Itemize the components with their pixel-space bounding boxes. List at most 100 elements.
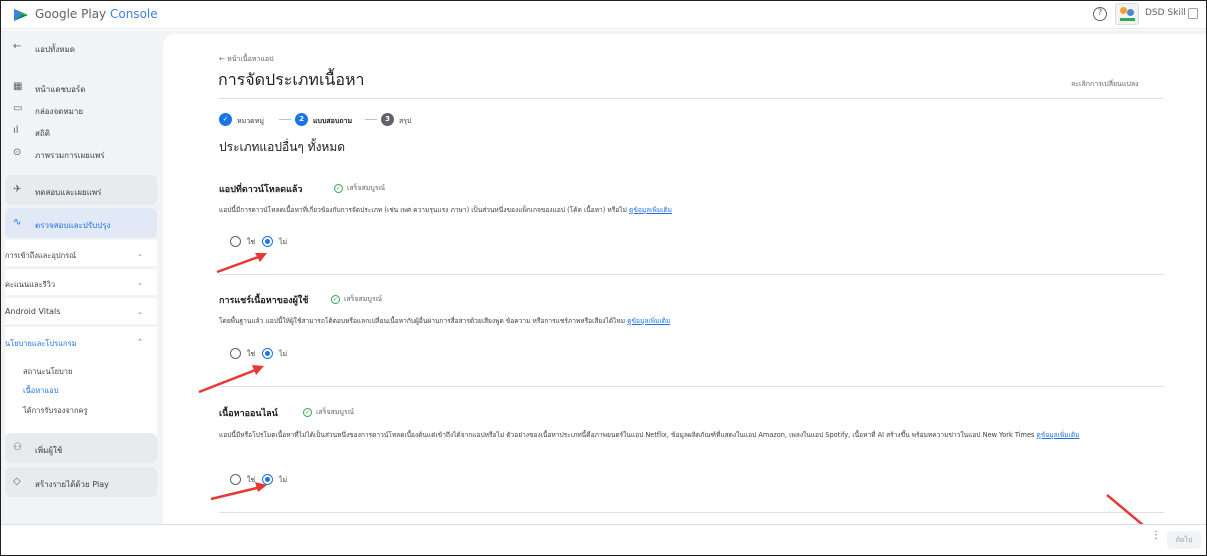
status-text: เสร็จสมบูรณ์: [347, 184, 386, 192]
play-console-logo-icon[interactable]: [13, 7, 29, 23]
sidebar-item-inbox[interactable]: ▭ กล่องจดหมาย: [1, 100, 161, 117]
check-circle-icon: ✓: [334, 184, 343, 193]
step-2-label[interactable]: แบบสอบถาม: [313, 116, 352, 127]
description-text: แอปนี้มีหรือโปรโมตเนื้อหาที่ไม่ได้เป็นส่…: [219, 431, 1035, 439]
account-switch-icon[interactable]: [1188, 8, 1198, 19]
arrow-back-icon: ←: [13, 41, 22, 52]
sidebar-item-statistics[interactable]: ıl สถิติ: [1, 122, 161, 139]
step-connector: [279, 119, 291, 120]
inbox-icon: ▭: [13, 103, 23, 114]
main-area: ← หน้าเนื้อหาแอป การจัดประเภทเนื้อหา ละเ…: [161, 30, 1206, 524]
back-label: แอปทั้งหมด: [35, 45, 75, 54]
discard-changes-button[interactable]: ละเลิกการเปลี่ยนแปลง: [1071, 79, 1139, 90]
question-description: โดยพื้นฐานแล้ว แอปนี้ให้ผู้ใช้สามารถโต้ต…: [219, 316, 1159, 327]
sidebar-section-android-vitals[interactable]: Android Vitals ⌄: [5, 298, 157, 324]
page-title: การจัดประเภทเนื้อหา: [218, 70, 365, 89]
divider: [218, 98, 1163, 99]
back-to-all-apps[interactable]: ← แอปทั้งหมด: [1, 36, 161, 58]
learn-more-link[interactable]: ดูข้อมูลเพิ่มเติม: [629, 206, 672, 214]
sidebar-section-access-devices[interactable]: การเข้าถึงและอุปกรณ์ ⌄: [5, 240, 157, 266]
question-description: แอปนี้มีหรือโปรโมตเนื้อหาที่ไม่ได้เป็นส่…: [219, 430, 1124, 441]
rocket-icon: ✈: [13, 184, 22, 195]
pulse-icon: ∿: [13, 217, 22, 228]
dashboard-icon: ▦: [13, 81, 23, 92]
sidebar-item-monitor-improve[interactable]: ∿ ตรวจสอบและปรับปรุง: [5, 208, 157, 238]
sidebar-subitem-teacher-approved[interactable]: ได้การรับรองจากครู: [23, 405, 88, 417]
annotation-arrow: [198, 365, 264, 394]
chevron-down-icon: ⌄: [137, 308, 143, 316]
step-3-number: 3: [381, 113, 394, 126]
account-avatar[interactable]: [1115, 3, 1139, 25]
status-badge: ✓ เสร็จสมบูรณ์: [303, 407, 354, 418]
question-downloaded-apps-title: แอปที่ดาวน์โหลดแล้ว: [219, 185, 303, 195]
brand-name[interactable]: Google Play Console: [35, 7, 158, 21]
sidebar-item-label: กล่องจดหมาย: [35, 107, 84, 116]
radio-no-selected[interactable]: [262, 348, 273, 359]
sidebar-item-label: หน้าแดชบอร์ด: [35, 85, 86, 94]
step-2-number: 2: [295, 113, 308, 126]
question-online-content-title: เนื้อหาออนไลน์: [219, 409, 278, 419]
status-badge: ✓ เสร็จสมบูรณ์: [334, 183, 385, 194]
grow-users-icon: ⚇: [13, 442, 22, 453]
sidebar-section-label: การเข้าถึงและอุปกรณ์: [5, 251, 77, 260]
annotation-arrow: [216, 253, 267, 274]
brand-google: Google Play: [35, 7, 107, 21]
radio-no-label[interactable]: ไม่: [279, 237, 287, 248]
sidebar-item-grow-users[interactable]: ⚇ เพิ่มผู้ใช้: [5, 433, 157, 463]
radio-yes[interactable]: [230, 348, 241, 359]
sidebar-item-label: สร้างรายได้ด้วย Play: [35, 480, 109, 489]
sidebar-section-label[interactable]: นโยบายและโปรแกรม: [5, 338, 125, 350]
bar-chart-icon: ıl: [13, 125, 19, 136]
back-to-app-content-link[interactable]: ← หน้าเนื้อหาแอป: [219, 54, 274, 65]
chevron-down-icon: ⌄: [137, 279, 143, 287]
sidebar-item-label: ทดสอบและเผยแพร่: [35, 188, 102, 197]
sidebar: ← แอปทั้งหมด ▦ หน้าแดชบอร์ด ▭ กล่องจดหมา…: [1, 30, 161, 524]
chevron-down-icon: ⌄: [137, 250, 143, 258]
check-circle-icon: ✓: [303, 408, 312, 417]
step-connector: [365, 119, 377, 120]
sidebar-subitem-policy-status[interactable]: สถานะนโยบาย: [23, 366, 72, 378]
sidebar-item-monetize[interactable]: ◇ สร้างรายได้ด้วย Play: [5, 467, 157, 497]
annotation-arrow: [210, 482, 267, 501]
account-name[interactable]: DSD Skill: [1145, 8, 1186, 18]
step-1-check-icon: ✓: [219, 113, 232, 126]
brand-console: Console: [109, 7, 158, 21]
check-circle-icon: ✓: [331, 295, 340, 304]
sidebar-section-ratings-reviews[interactable]: คะแนนและรีวิว ⌄: [5, 269, 157, 295]
content-card: ← หน้าเนื้อหาแอป การจัดประเภทเนื้อหา ละเ…: [163, 34, 1206, 524]
next-button[interactable]: ถัดไป: [1167, 531, 1201, 549]
top-bar: Google Play Console ? DSD Skill: [1, 1, 1206, 29]
app-window: Google Play Console ? DSD Skill ← แอปทั้…: [0, 0, 1207, 556]
status-badge: ✓ เสร็จสมบูรณ์: [331, 294, 382, 305]
radio-yes[interactable]: [230, 236, 241, 247]
divider: [219, 386, 1164, 387]
section-title: ประเภทแอปอื่นๆ ทั้งหมด: [219, 140, 346, 154]
sidebar-item-dashboard[interactable]: ▦ หน้าแดชบอร์ด: [1, 78, 161, 95]
step-3-label[interactable]: สรุป: [399, 116, 411, 127]
status-text: เสร็จสมบูรณ์: [344, 295, 383, 303]
question-user-sharing-title: การแชร์เนื้อหาของผู้ใช้: [219, 296, 309, 306]
divider: [219, 512, 1164, 513]
question-description: แอปนี้มีการดาวน์โหลดเนื้อหาที่เกี่ยวข้อง…: [219, 205, 1159, 216]
sidebar-subitem-app-content[interactable]: เนื้อหาแอป: [23, 385, 58, 397]
more-vert-icon[interactable]: ⋮: [1151, 531, 1161, 541]
help-icon[interactable]: ?: [1093, 7, 1107, 21]
radio-no-label[interactable]: ไม่: [279, 475, 287, 486]
radio-yes-label[interactable]: ใช่: [247, 349, 255, 360]
radio-no-selected[interactable]: [262, 236, 273, 247]
status-text: เสร็จสมบูรณ์: [316, 408, 355, 416]
learn-more-link[interactable]: ดูข้อมูลเพิ่มเติม: [1037, 431, 1080, 439]
sidebar-item-publishing-overview[interactable]: ⊙ ภาพรวมการเผยแพร่: [1, 144, 161, 161]
sidebar-item-test-release[interactable]: ✈ ทดสอบและเผยแพร่: [5, 175, 157, 205]
description-text: โดยพื้นฐานแล้ว แอปนี้ให้ผู้ใช้สามารถโต้ต…: [219, 317, 626, 325]
sidebar-section-label: Android Vitals: [5, 307, 61, 316]
chevron-up-icon[interactable]: ⌃: [137, 338, 143, 346]
learn-more-link[interactable]: ดูข้อมูลเพิ่มเติม: [627, 317, 670, 325]
radio-no-label[interactable]: ไม่: [279, 349, 287, 360]
radio-yes-label[interactable]: ใช่: [247, 237, 255, 248]
tag-icon: ◇: [13, 476, 21, 487]
sidebar-item-label: ตรวจสอบและปรับปรุง: [35, 221, 111, 230]
step-1-label[interactable]: หมวดหมู่: [237, 116, 264, 127]
sidebar-item-label: ภาพรวมการเผยแพร่: [35, 151, 105, 160]
footer-bar: ⋮ ถัดไป: [1, 524, 1206, 555]
